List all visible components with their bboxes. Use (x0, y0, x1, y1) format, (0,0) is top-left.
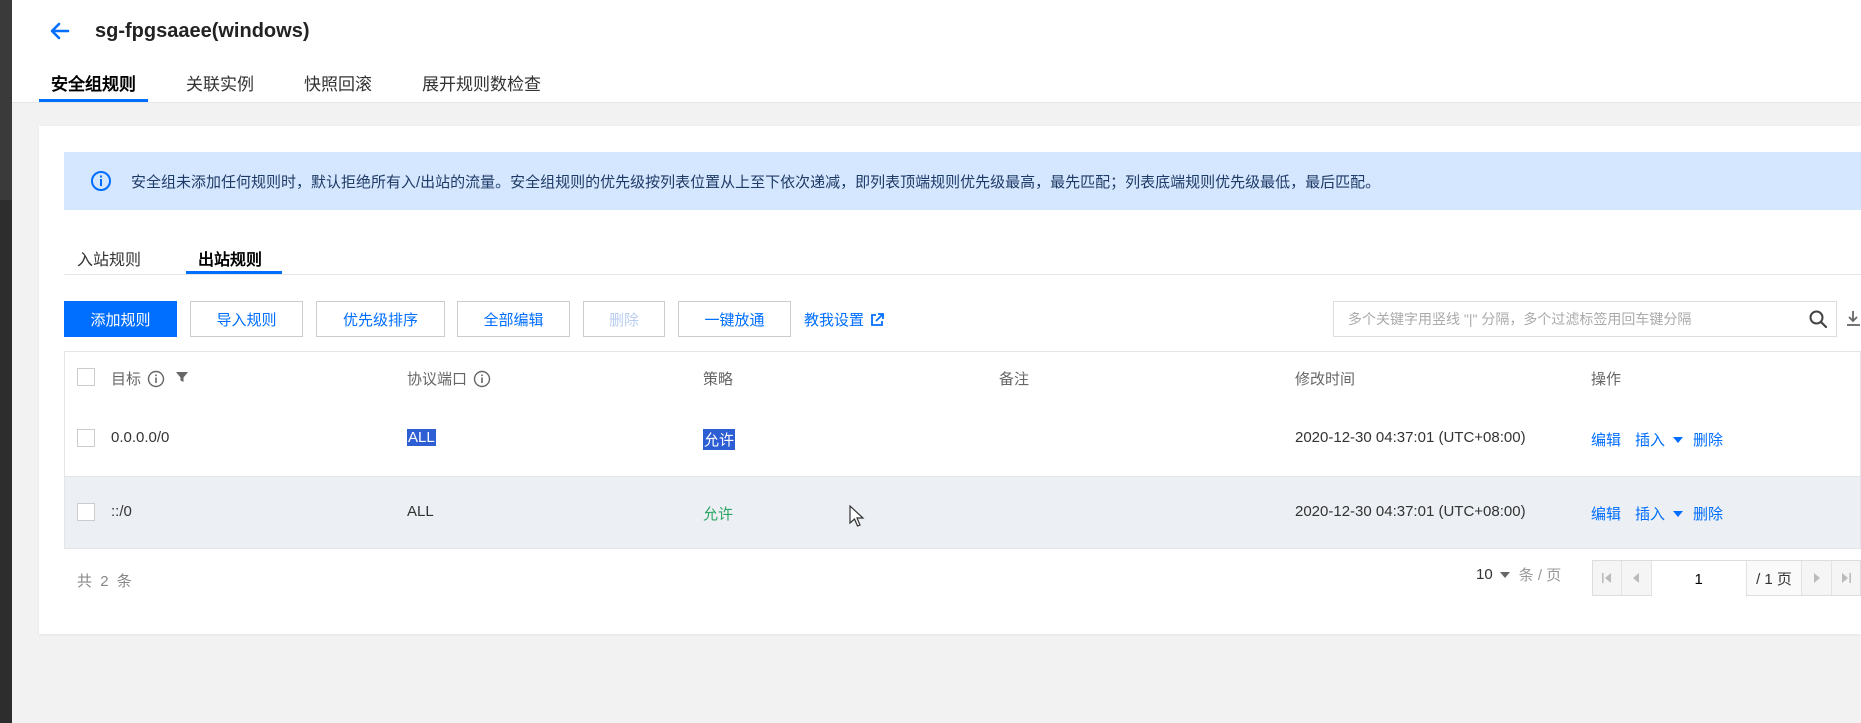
last-page-button[interactable] (1831, 561, 1860, 595)
column-modified-time: 修改时间 (1295, 371, 1356, 388)
column-target: 目标 (111, 368, 165, 389)
mouse-cursor-icon (849, 505, 865, 527)
next-page-button[interactable] (1802, 561, 1832, 595)
edit-all-button[interactable]: 全部编辑 (457, 301, 570, 337)
caret-down-icon (1499, 571, 1510, 578)
row-checkbox[interactable] (77, 503, 95, 521)
first-page-button[interactable] (1593, 561, 1623, 595)
row-actions: 编辑 插入 删除 (1591, 503, 1723, 524)
external-link-icon (871, 312, 884, 326)
tab-rule-count-check[interactable]: 展开规则数检查 (410, 60, 553, 100)
rule-direction-tabs: 入站规则 出站规则 (64, 240, 1861, 275)
tab-security-rules[interactable]: 安全组规则 (39, 60, 148, 102)
window-frame (0, 0, 12, 723)
tab-inbound-rules[interactable]: 入站规则 (77, 246, 141, 270)
search-input[interactable] (1346, 310, 1790, 328)
column-actions: 操作 (1591, 371, 1622, 388)
edit-rule-link[interactable]: 编辑 (1591, 503, 1621, 524)
table-row: ::/0 ALL 允许 2020-12-30 04:37:01 (UTC+08:… (65, 477, 1860, 548)
page-number-input[interactable] (1651, 561, 1747, 597)
caret-down-icon[interactable] (1671, 509, 1685, 519)
download-icon[interactable] (1846, 310, 1861, 328)
modified-time-cell: 2020-12-30 04:37:01 (UTC+08:00) (1295, 503, 1526, 520)
edit-rule-link[interactable]: 编辑 (1591, 429, 1621, 450)
page-size-unit: 条 / 页 (1518, 567, 1562, 584)
open-all-button[interactable]: 一键放通 (678, 301, 791, 337)
protocol-cell: ALL (407, 429, 436, 446)
info-icon (91, 171, 111, 191)
info-circle-icon[interactable] (147, 370, 165, 388)
filter-icon[interactable] (175, 370, 189, 384)
modified-time-cell: 2020-12-30 04:37:01 (UTC+08:00) (1295, 429, 1526, 446)
pagination: / 1 页 (1592, 560, 1861, 597)
column-note: 备注 (999, 371, 1030, 388)
import-rules-button[interactable]: 导入规则 (190, 301, 303, 337)
table-row: 0.0.0.0/0 ALL 允许 2020-12-30 04:37:01 (UT… (65, 402, 1860, 477)
first-page-icon (1602, 573, 1612, 583)
next-page-icon (1813, 573, 1820, 583)
back-arrow-icon[interactable] (46, 17, 74, 45)
page-header: sg-fpgsaaee(windows) 安全组规则 关联实例 快照回滚 展开规… (12, 0, 1861, 103)
target-cell: ::/0 (111, 503, 132, 520)
delete-rule-link[interactable]: 删除 (1693, 503, 1723, 524)
rules-table: 目标 协议端口 策略 备注 修改时间 操作 0.0.0.0/0 ALL 允许 2… (64, 351, 1861, 549)
insert-rule-link[interactable]: 插入 (1635, 429, 1665, 450)
tab-outbound-rules[interactable]: 出站规则 (198, 246, 262, 270)
delete-button[interactable]: 删除 (583, 301, 665, 337)
select-all-checkbox[interactable] (77, 368, 95, 386)
protocol-cell: ALL (407, 503, 434, 520)
column-policy: 策略 (703, 371, 734, 388)
delete-rule-link[interactable]: 删除 (1693, 429, 1723, 450)
page-size-value: 10 (1476, 566, 1493, 583)
total-count: 共 2 条 (77, 573, 132, 590)
active-tab-indicator (186, 271, 282, 274)
row-checkbox[interactable] (77, 429, 95, 447)
tab-linked-instances[interactable]: 关联实例 (174, 60, 266, 100)
page-total: / 1 页 (1747, 561, 1803, 595)
info-circle-icon[interactable] (473, 370, 491, 388)
insert-rule-link[interactable]: 插入 (1635, 503, 1665, 524)
search-icon[interactable] (1808, 309, 1828, 329)
add-rule-button[interactable]: 添加规则 (64, 301, 177, 337)
page-size-selector[interactable]: 10 条 / 页 (1476, 564, 1561, 585)
table-header: 目标 协议端口 策略 备注 修改时间 操作 (65, 352, 1860, 403)
prev-page-icon (1633, 573, 1640, 583)
caret-down-icon[interactable] (1671, 435, 1685, 445)
search-box (1333, 301, 1837, 337)
priority-sort-button[interactable]: 优先级排序 (316, 301, 445, 337)
top-tabs: 安全组规则 关联实例 快照回滚 展开规则数检查 (39, 60, 579, 102)
policy-cell: 允许 (703, 506, 734, 523)
column-protocol-port: 协议端口 (407, 368, 491, 389)
help-setup-label: 教我设置 (804, 312, 865, 329)
page-title: sg-fpgsaaee(windows) (95, 20, 310, 42)
row-actions: 编辑 插入 删除 (1591, 429, 1723, 450)
help-setup-link[interactable]: 教我设置 (804, 309, 884, 330)
policy-cell: 允许 (703, 429, 736, 450)
last-page-icon (1841, 573, 1851, 583)
prev-page-button[interactable] (1622, 561, 1652, 595)
info-banner: 安全组未添加任何规则时，默认拒绝所有入/出站的流量。安全组规则的优先级按列表位置… (64, 152, 1861, 210)
info-text: 安全组未添加任何规则时，默认拒绝所有入/出站的流量。安全组规则的优先级按列表位置… (131, 174, 1381, 191)
tab-snapshot-rollback[interactable]: 快照回滚 (292, 60, 384, 100)
target-cell: 0.0.0.0/0 (111, 429, 170, 446)
